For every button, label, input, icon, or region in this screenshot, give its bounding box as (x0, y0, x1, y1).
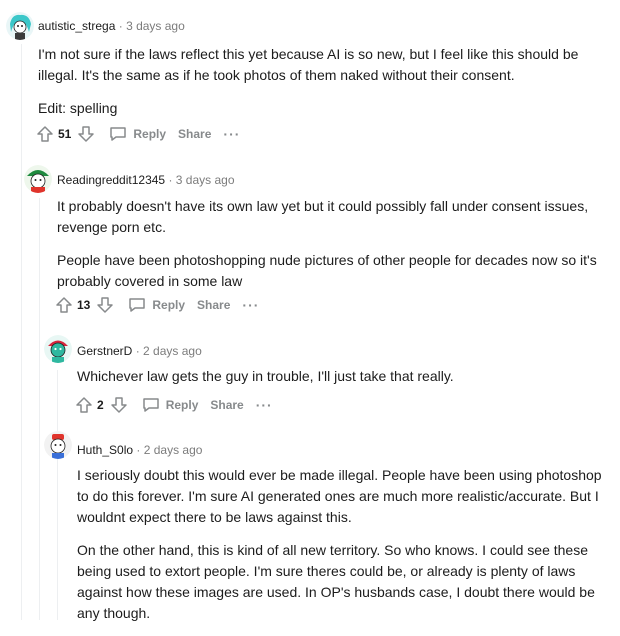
timestamp[interactable]: 2 days ago (144, 443, 203, 457)
upvote-icon (56, 297, 72, 313)
comment-paragraph: On the other hand, this is kind of all n… (77, 542, 595, 621)
comment-meta: GerstnerD · 2 days ago (77, 344, 202, 358)
reply-button[interactable]: Reply (109, 126, 166, 142)
vote-score: 2 (97, 398, 104, 412)
comment-bubble-icon (110, 127, 127, 141)
reply-label: Reply (165, 398, 199, 412)
upvote-button[interactable] (55, 297, 73, 313)
thread-line[interactable] (21, 44, 22, 620)
share-button[interactable]: Share (197, 298, 230, 312)
comment-bubble-icon (142, 398, 159, 412)
comment-body: I seriously doubt this would ever be mad… (77, 465, 610, 636)
username[interactable]: GerstnerD (77, 344, 132, 358)
separator-dot: · (136, 443, 141, 457)
avatar[interactable] (6, 12, 34, 40)
upvote-button[interactable] (75, 397, 93, 413)
share-button[interactable]: Share (210, 398, 243, 412)
avatar-image (44, 431, 72, 459)
separator-dot: · (135, 344, 140, 358)
comment-body: Whichever law gets the guy in trouble, I… (77, 366, 610, 399)
vote-score: 13 (77, 298, 91, 312)
username[interactable]: Huth_S0lo (77, 443, 133, 457)
comment-meta: Huth_S0lo · 2 days ago (77, 443, 202, 457)
avatar-image (6, 12, 34, 40)
comment-actions: 13 Reply Share ··· (55, 297, 259, 313)
avatar-image (24, 165, 52, 193)
comment-body: I'm not sure if the laws reflect this ye… (38, 44, 610, 131)
separator-dot: · (118, 19, 123, 33)
downvote-button[interactable] (77, 126, 95, 142)
vote-score: 51 (58, 127, 72, 141)
downvote-icon (97, 297, 114, 313)
comment-meta: Readingreddit12345 · 3 days ago (57, 173, 235, 187)
avatar[interactable] (44, 431, 72, 459)
separator-dot: · (168, 173, 173, 187)
comment-meta: autistic_strega · 3 days ago (38, 19, 185, 33)
timestamp[interactable]: 3 days ago (176, 173, 235, 187)
comment-paragraph: Whichever law gets the guy in trouble, I… (77, 368, 454, 384)
avatar-image (44, 335, 72, 363)
more-options-button[interactable]: ··· (256, 398, 273, 412)
comment-actions: 51 Reply Share ··· (36, 126, 240, 142)
reply-label: Reply (133, 127, 167, 141)
username[interactable]: autistic_strega (38, 19, 115, 33)
comment-paragraph: It probably doesn't have its own law yet… (57, 198, 589, 235)
share-button[interactable]: Share (178, 127, 211, 141)
reply-button[interactable]: Reply (142, 397, 199, 413)
downvote-button[interactable] (96, 297, 114, 313)
upvote-icon (76, 397, 92, 413)
avatar[interactable] (44, 335, 72, 363)
reply-label: Reply (152, 298, 186, 312)
comment-actions: 2 Reply Share ··· (75, 397, 273, 413)
thread-line[interactable] (39, 198, 40, 620)
downvote-icon (78, 126, 95, 142)
upvote-button[interactable] (36, 126, 54, 142)
thread-line[interactable] (57, 370, 58, 620)
comment-body: It probably doesn't have its own law yet… (57, 196, 610, 304)
avatar[interactable] (24, 165, 52, 193)
timestamp[interactable]: 3 days ago (126, 19, 185, 33)
more-options-button[interactable]: ··· (242, 298, 259, 312)
comment-paragraph: I'm not sure if the laws reflect this ye… (38, 46, 579, 83)
comment-paragraph: I seriously doubt this would ever be mad… (77, 467, 602, 525)
more-options-button[interactable]: ··· (223, 127, 240, 141)
reply-button[interactable]: Reply (128, 297, 185, 313)
downvote-button[interactable] (110, 397, 128, 413)
comment-paragraph: Edit: spelling (38, 100, 118, 116)
username[interactable]: Readingreddit12345 (57, 173, 165, 187)
downvote-icon (110, 397, 127, 413)
timestamp[interactable]: 2 days ago (143, 344, 202, 358)
comment-bubble-icon (129, 298, 146, 312)
upvote-icon (37, 126, 53, 142)
comment-paragraph: People have been photoshopping nude pict… (57, 252, 597, 289)
